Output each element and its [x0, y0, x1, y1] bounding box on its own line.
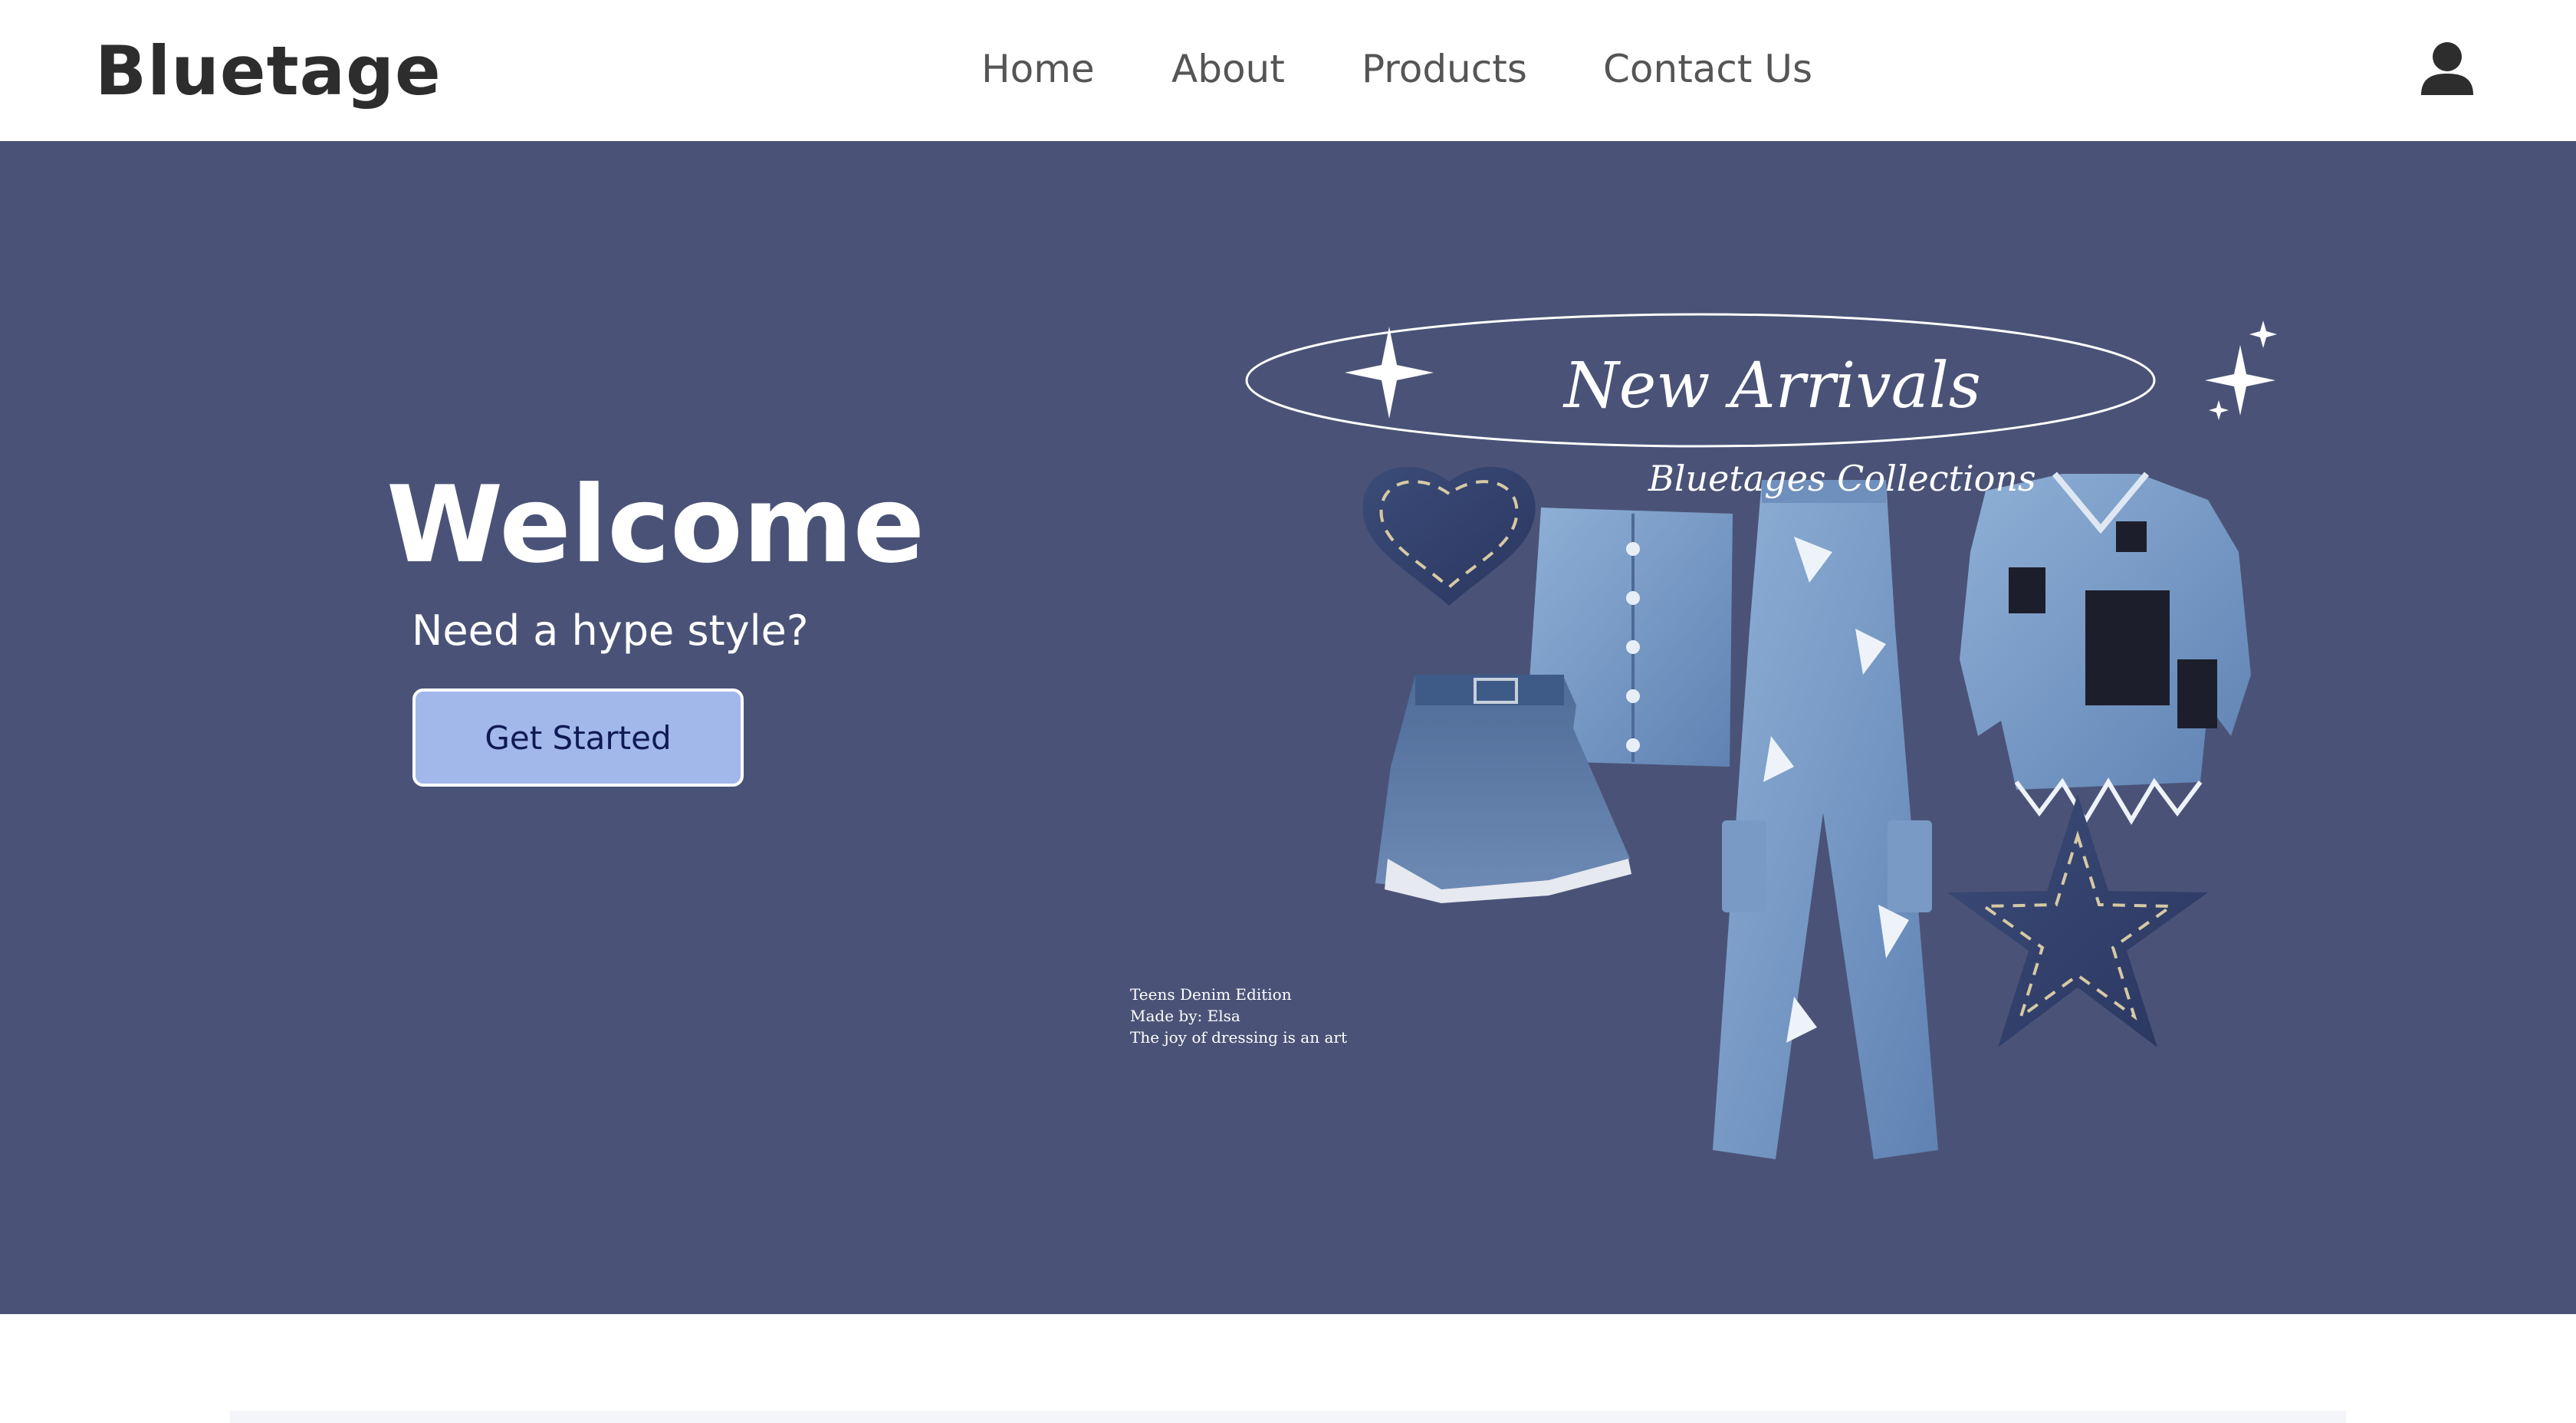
new-arrivals-title: New Arrivals — [1564, 350, 1981, 422]
sparkle-icon — [1345, 327, 1434, 419]
hero-subtitle: Need a hype style? — [412, 606, 809, 655]
collection-subtitle: Bluetages Collections — [1648, 458, 2036, 499]
promo-note: Made by: Elsa — [1130, 1007, 1240, 1025]
promo-note: The joy of dressing is an art — [1130, 1028, 1347, 1047]
new-arrivals-banner: New Arrivals Bluetages Collections Teens… — [1119, 230, 2331, 1181]
get-started-button[interactable]: Get Started — [412, 688, 744, 787]
hero-title: Welcome — [386, 463, 925, 587]
navbar: Bluetage Home About Products Contact Us — [0, 0, 2576, 141]
user-icon — [2421, 42, 2473, 95]
cargo-jeans — [1713, 480, 1938, 1159]
nav-products[interactable]: Products — [1362, 44, 1527, 94]
nav-about[interactable]: About — [1171, 44, 1285, 94]
hero-section: Welcome Need a hype style? Get Started N… — [0, 141, 2576, 1314]
brand-logo[interactable]: Bluetage — [95, 29, 442, 113]
nav-home[interactable]: Home — [981, 44, 1095, 94]
sparkle-icon — [2205, 345, 2275, 416]
nav-contact-us[interactable]: Contact Us — [1603, 44, 1812, 94]
content-section-edge — [230, 1411, 2346, 1423]
user-account-button[interactable] — [2417, 40, 2478, 101]
promo-note: Teens Denim Edition — [1130, 985, 1292, 1004]
